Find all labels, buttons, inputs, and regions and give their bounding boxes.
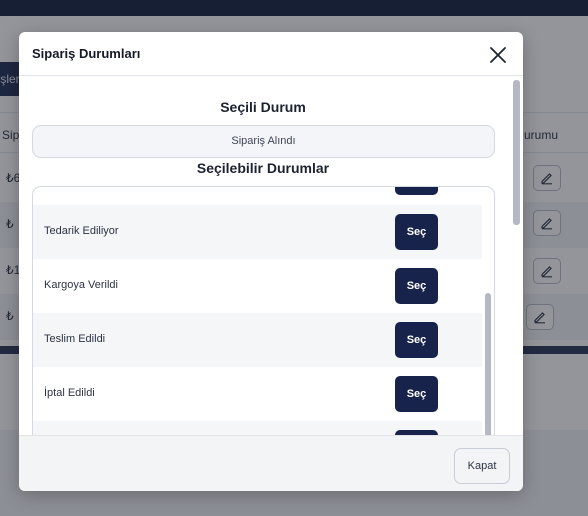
list-scrollbar-thumb[interactable] <box>485 293 491 435</box>
select-button[interactable]: Seç <box>395 322 438 358</box>
close-button[interactable]: Kapat <box>454 448 510 484</box>
modal-title: Sipariş Durumları <box>32 46 141 61</box>
status-label: İptal Edildi <box>44 387 95 399</box>
list-item <box>33 421 482 435</box>
modal-header: Sipariş Durumları <box>19 32 523 76</box>
available-statuses-heading: Seçilebilir Durumlar <box>196 160 330 176</box>
available-status-list[interactable]: Tedarik Ediliyor Seç Kargoya Verildi Seç… <box>32 186 495 435</box>
list-item: Teslim Edildi Seç <box>33 313 482 367</box>
status-label: Teslim Edildi <box>44 333 106 345</box>
select-button[interactable]: Seç <box>395 268 438 304</box>
close-icon[interactable] <box>487 44 509 66</box>
list-item <box>33 187 482 205</box>
select-button[interactable]: Seç <box>395 214 438 250</box>
modal-footer: Kapat <box>19 435 523 491</box>
selected-status-field: Sipariş Alındı <box>32 125 495 158</box>
select-button[interactable]: Seç <box>395 376 438 412</box>
list-item: Kargoya Verildi Seç <box>33 259 482 313</box>
order-status-modal: Sipariş Durumları Seçili Durum Sipariş A… <box>19 32 523 491</box>
status-label: Tedarik Ediliyor <box>44 225 119 237</box>
modal-body: Seçili Durum Sipariş Alındı Seçilebilir … <box>19 77 523 435</box>
list-item: İptal Edildi Seç <box>33 367 482 421</box>
status-label: Kargoya Verildi <box>44 279 118 291</box>
modal-scrollbar-thumb[interactable] <box>513 80 520 225</box>
list-item: Tedarik Ediliyor Seç <box>33 205 482 259</box>
select-button[interactable] <box>395 187 438 195</box>
selected-status-heading: Seçili Durum <box>220 99 306 115</box>
